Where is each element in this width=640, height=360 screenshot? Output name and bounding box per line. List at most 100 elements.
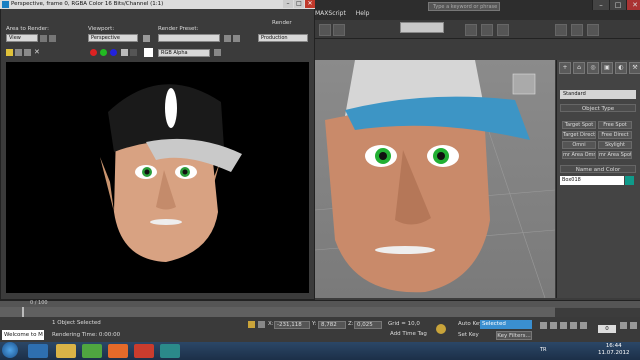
rf-close-button[interactable]: ✕ [305,0,315,8]
go-to-start-icon[interactable] [540,322,547,329]
tab-create[interactable]: + [559,62,571,74]
channel-dropdown[interactable]: RGB Alpha [158,49,210,57]
object-color-swatch[interactable] [625,176,634,185]
play-icon[interactable] [560,322,567,329]
target-spot-button[interactable]: Target Spot [562,121,596,129]
menu-maxscript[interactable]: MAXScript [315,10,346,20]
set-key-button[interactable]: Set Key [458,332,479,338]
render-frame-icon[interactable] [571,24,583,36]
key-mode-dropdown[interactable]: Selected [480,320,532,329]
name-color-rollout[interactable]: Name and Color [560,165,636,173]
close-button[interactable]: ✕ [626,0,640,10]
blue-channel-icon[interactable] [110,49,117,56]
tab-utilities[interactable]: ⚒ [629,62,640,74]
media-player-icon[interactable] [108,344,128,358]
area-dropdown[interactable]: View [6,34,38,42]
max-window-controls: – □ ✕ [592,0,640,10]
clone-icon[interactable] [24,49,31,56]
search-input[interactable]: Type a keyword or phrase [428,2,500,11]
tab-display[interactable]: ◐ [615,62,627,74]
y-label: Y: [312,321,317,327]
auto-region-icon[interactable] [49,35,56,42]
category-dropdown[interactable]: Standard [560,90,636,99]
selection-set-dropdown[interactable] [400,22,444,33]
maximize-button[interactable]: □ [609,0,626,10]
clear-icon[interactable]: ✕ [34,49,41,56]
max-menu-bar: MAXScript Help [315,10,369,20]
mono-icon[interactable] [130,49,137,56]
rf-maximize-button[interactable]: □ [294,0,304,8]
render-production-icon[interactable] [587,24,599,36]
ie-icon[interactable] [28,344,48,358]
track-bar[interactable] [0,307,555,317]
green-channel-icon[interactable] [100,49,107,56]
video-player-icon[interactable] [134,344,154,358]
omni-button[interactable]: Omni [562,141,596,149]
percent-snap-icon[interactable] [497,24,509,36]
chrome-icon[interactable] [82,344,102,358]
minimize-button[interactable]: – [592,0,609,10]
redo-icon[interactable] [333,24,345,36]
lock-selection-icon[interactable] [248,321,255,328]
add-time-tag[interactable]: Add Time Tag [390,331,427,337]
render-label: Render [272,20,292,26]
preset-label: Render Preset: [158,26,199,32]
explorer-icon[interactable] [56,344,76,358]
tab-hierarchy[interactable]: ◎ [587,62,599,74]
system-clock[interactable]: 16:44 11.07.2012 [598,343,630,357]
render-frame-title: Perspective, frame 0, RGBA Color 16 Bits… [0,0,315,9]
preset-dropdown[interactable] [158,34,220,42]
snap-icon[interactable] [465,24,477,36]
zoom-icon[interactable] [620,322,627,329]
environment-icon[interactable] [233,35,240,42]
tab-modify[interactable]: ⌂ [573,62,585,74]
free-spot-button[interactable]: Free Spot [598,121,632,129]
3dsmax-taskbar-icon[interactable] [160,344,180,358]
target-direct-button[interactable]: Target Direct [562,131,596,139]
next-frame-icon[interactable] [570,322,577,329]
go-to-end-icon[interactable] [580,322,587,329]
mr-area-omni-button[interactable]: mr Area Omni [562,151,596,159]
alpha-channel-icon[interactable] [121,49,128,56]
free-direct-button[interactable]: Free Direct [598,131,632,139]
x-coordinate-field[interactable]: -231,118 [274,321,310,329]
start-button[interactable] [2,342,18,358]
render-mode-dropdown[interactable]: Production [258,34,308,42]
perspective-viewport[interactable] [315,60,555,298]
current-frame-field[interactable]: 0 [598,325,616,333]
render-setup-icon[interactable] [224,35,231,42]
main-toolbar [315,20,640,39]
save-icon[interactable] [6,49,13,56]
tab-motion[interactable]: ▣ [601,62,613,74]
undo-icon[interactable] [319,24,331,36]
edit-region-icon[interactable] [40,35,47,42]
z-coordinate-field[interactable]: 0,025 [354,321,382,329]
orbit-icon[interactable] [630,322,637,329]
command-panel-tabs: + ⌂ ◎ ▣ ◐ ⚒ [559,62,640,74]
toggle-ui-icon[interactable] [214,49,221,56]
object-type-rollout[interactable]: Object Type [560,104,636,112]
viewport-dropdown[interactable]: Perspective [88,34,138,42]
language-indicator[interactable]: TR [540,347,547,353]
lock-icon[interactable] [143,35,150,42]
rf-minimize-button[interactable]: – [283,0,293,8]
swatch-icon[interactable] [144,48,153,57]
object-name-field[interactable]: Box018 [560,176,624,185]
transform-mode-icon[interactable] [258,321,265,328]
set-key-icon[interactable] [436,324,446,334]
clock-time: 16:44 [605,343,622,349]
render-setup-icon[interactable] [555,24,567,36]
auto-key-button[interactable]: Auto Key [458,321,483,327]
menu-help[interactable]: Help [356,10,370,20]
y-coordinate-field[interactable]: 8,782 [318,321,346,329]
maxscript-listener[interactable]: Welcome to M [2,330,44,340]
copy-icon[interactable] [15,49,22,56]
red-channel-icon[interactable] [90,49,97,56]
skylight-button[interactable]: Skylight [598,141,632,149]
key-filters-button[interactable]: Key Filters... [496,331,532,340]
previous-frame-icon[interactable] [550,322,557,329]
mr-area-spot-button[interactable]: mr Area Spot [598,151,632,159]
z-label: Z: [348,321,354,327]
selection-status: 1 Object Selected [52,320,101,326]
angle-snap-icon[interactable] [481,24,493,36]
